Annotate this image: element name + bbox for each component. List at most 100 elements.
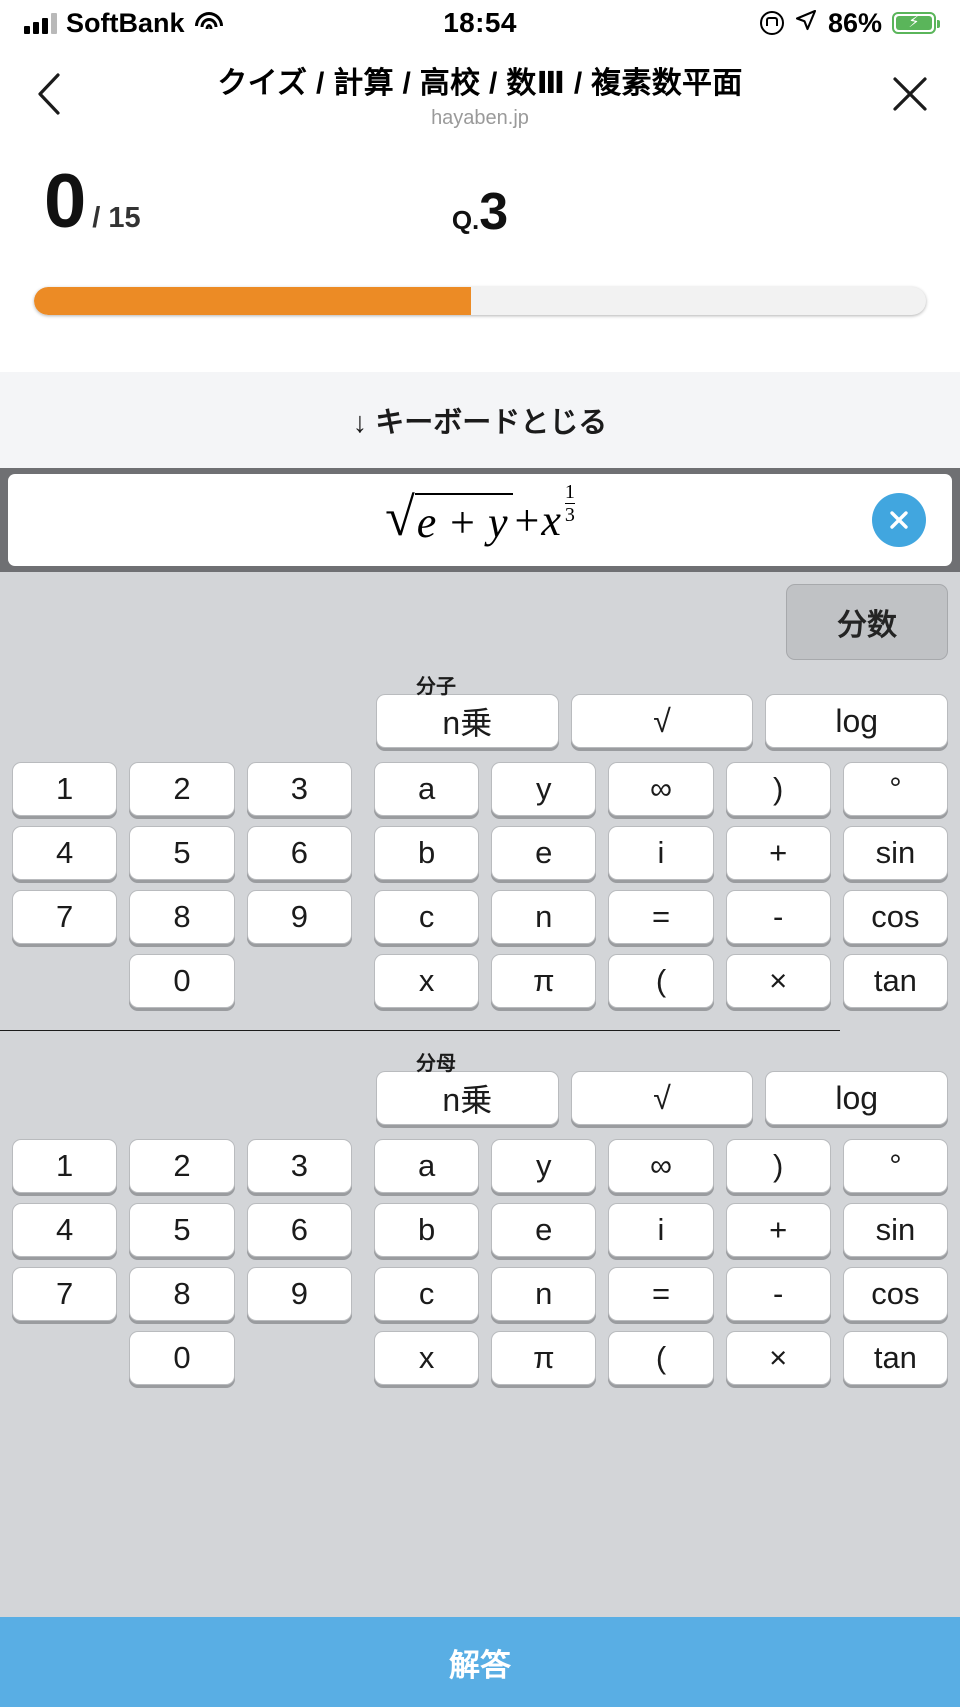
denominator-symkey-sin[interactable]: sin xyxy=(842,1203,948,1257)
progress-bar xyxy=(34,287,926,315)
denominator-symkey-°[interactable]: ° xyxy=(842,1139,948,1193)
keyboard-close-button[interactable]: ↓ キーボードとじる xyxy=(0,372,960,468)
battery-charging-icon: ⚡ xyxy=(892,12,940,34)
numerator-numkey-2[interactable]: 2 xyxy=(129,762,235,816)
formula-plus: + xyxy=(514,495,540,545)
numerator-symkey-=[interactable]: = xyxy=(608,890,714,944)
numerator-numkey-4[interactable]: 4 xyxy=(12,826,118,880)
denominator-symkey-x[interactable]: x xyxy=(374,1331,480,1385)
numerator-symkey-)[interactable]: ) xyxy=(725,762,831,816)
numerator-section: 分子 n乗 √ log 123 456 7890 a y ∞) ° b e i + sin c n = - cos… xyxy=(0,672,960,1008)
denominator-symkey-∞[interactable]: ∞ xyxy=(608,1139,714,1193)
numerator-fnkey-n乗[interactable]: n乗 xyxy=(376,694,559,748)
denominator-symkey-y[interactable]: y xyxy=(491,1139,597,1193)
denominator-numkey-7[interactable]: 7 xyxy=(12,1267,118,1321)
denominator-symkey-×[interactable]: × xyxy=(725,1331,831,1385)
denominator-fnkey-log[interactable]: log xyxy=(765,1071,949,1125)
numerator-fnkey-log[interactable]: log xyxy=(765,694,949,748)
denominator-symkey-a[interactable]: a xyxy=(374,1139,480,1193)
numerator-numkey-6[interactable]: 6 xyxy=(246,826,352,880)
formula-display: √ e + y + x 1 3 xyxy=(385,482,575,548)
numerator-symkey-a[interactable]: a xyxy=(374,762,480,816)
numerator-numkey-5[interactable]: 5 xyxy=(129,826,235,880)
numerator-label: 分子 xyxy=(416,676,456,698)
denominator-symkey-cos[interactable]: cos xyxy=(842,1267,948,1321)
numerator-fnkey-√[interactable]: √ xyxy=(570,694,754,748)
numerator-numkey-blank xyxy=(12,954,117,1008)
denominator-symkey-([interactable]: ( xyxy=(608,1331,714,1385)
denominator-numkey-6[interactable]: 6 xyxy=(246,1203,352,1257)
numerator-symkey-tan[interactable]: tan xyxy=(842,954,948,1008)
denominator-symkey-n[interactable]: n xyxy=(491,1267,597,1321)
denominator-symkey-+[interactable]: + xyxy=(725,1203,831,1257)
clear-circle-x-icon xyxy=(890,511,908,529)
formula-input[interactable]: √ e + y + x 1 3 xyxy=(8,474,952,566)
denominator-numkey-8[interactable]: 8 xyxy=(129,1267,235,1321)
numerator-symkey-∞[interactable]: ∞ xyxy=(608,762,714,816)
denominator-numkey-9[interactable]: 9 xyxy=(246,1267,352,1321)
denominator-section: 分母 n乗 √ log 123 456 7890 a y ∞) ° b e i + sin c n = - cos… xyxy=(0,1049,960,1385)
denominator-numkey-1[interactable]: 1 xyxy=(12,1139,118,1193)
denominator-function-row: n乗 √ log xyxy=(0,1049,960,1125)
denominator-numkey-4[interactable]: 4 xyxy=(12,1203,118,1257)
denominator-symkey-π[interactable]: π xyxy=(491,1331,597,1385)
numerator-numkey-7[interactable]: 7 xyxy=(12,890,118,944)
numerator-symkey-([interactable]: ( xyxy=(608,954,714,1008)
denominator-symkey-c[interactable]: c xyxy=(374,1267,480,1321)
question-number-display: Q. 3 xyxy=(0,186,960,238)
denominator-numkey-blank xyxy=(12,1331,117,1385)
formula-exponent-fraction: 1 3 xyxy=(564,482,575,526)
numerator-symkey-b[interactable]: b xyxy=(374,826,480,880)
progress-bar-fill xyxy=(34,287,472,315)
question-number-value: 3 xyxy=(479,183,509,241)
rotation-lock-icon xyxy=(759,11,784,35)
back-button[interactable] xyxy=(26,70,74,118)
denominator-symkey-tan[interactable]: tan xyxy=(842,1331,948,1385)
denominator-symkey-e[interactable]: e xyxy=(491,1203,597,1257)
denominator-symkey--[interactable]: - xyxy=(725,1267,831,1321)
numerator-symkey-x[interactable]: x xyxy=(374,954,480,1008)
denominator-number-pad: 123 456 7890 xyxy=(12,1139,352,1385)
numerator-numkey-0[interactable]: 0 xyxy=(129,954,235,1008)
numerator-symkey-cos[interactable]: cos xyxy=(842,890,948,944)
denominator-numkey-3[interactable]: 3 xyxy=(246,1139,352,1193)
numerator-symkey-°[interactable]: ° xyxy=(842,762,948,816)
denominator-numkey-2[interactable]: 2 xyxy=(129,1139,235,1193)
denominator-symkey-=[interactable]: = xyxy=(608,1267,714,1321)
numerator-symkey-π[interactable]: π xyxy=(491,954,597,1008)
denominator-symkey-)[interactable]: ) xyxy=(725,1139,831,1193)
fraction-mode-button[interactable]: 分数 xyxy=(786,584,948,660)
close-button[interactable] xyxy=(886,70,934,118)
denominator-numkey-blank xyxy=(247,1331,352,1385)
numerator-keygrid: 123 456 7890 a y ∞) ° b e i + sin c n = - cos x π(× tan xyxy=(0,748,960,1008)
page-title: クイズ / 計算 / 高校 / 数Ⅲ / 複素数平面 xyxy=(217,67,743,100)
section-divider xyxy=(0,1030,840,1031)
status-bar: SoftBank 18:54 86% ⚡ xyxy=(0,0,960,46)
numerator-symkey-c[interactable]: c xyxy=(374,890,480,944)
denominator-numkey-5[interactable]: 5 xyxy=(129,1203,235,1257)
numerator-symkey-e[interactable]: e xyxy=(491,826,597,880)
chevron-left-icon xyxy=(38,73,60,115)
numerator-numkey-8[interactable]: 8 xyxy=(129,890,235,944)
denominator-numkey-0[interactable]: 0 xyxy=(129,1331,235,1385)
numerator-numkey-1[interactable]: 1 xyxy=(12,762,118,816)
numerator-numkey-3[interactable]: 3 xyxy=(246,762,352,816)
denominator-symkey-i[interactable]: i xyxy=(608,1203,714,1257)
submit-answer-button[interactable]: 解答 xyxy=(0,1617,960,1707)
numerator-symkey-y[interactable]: y xyxy=(491,762,597,816)
numerator-number-pad: 123 456 7890 xyxy=(12,762,352,1008)
numerator-symkey-i[interactable]: i xyxy=(608,826,714,880)
denominator-fnkey-√[interactable]: √ xyxy=(570,1071,754,1125)
keypad-mode-row: 分数 xyxy=(0,572,960,672)
numerator-symkey-n[interactable]: n xyxy=(491,890,597,944)
numerator-numkey-9[interactable]: 9 xyxy=(246,890,352,944)
clear-input-button[interactable] xyxy=(872,493,926,547)
numerator-symkey-×[interactable]: × xyxy=(725,954,831,1008)
numerator-symkey-sin[interactable]: sin xyxy=(842,826,948,880)
denominator-symkey-b[interactable]: b xyxy=(374,1203,480,1257)
denominator-fnkey-n乗[interactable]: n乗 xyxy=(376,1071,559,1125)
sqrt-sign-icon: √ xyxy=(385,486,415,547)
denominator-keygrid: 123 456 7890 a y ∞) ° b e i + sin c n = - cos x π(× tan xyxy=(0,1125,960,1385)
numerator-symkey--[interactable]: - xyxy=(725,890,831,944)
numerator-symkey-+[interactable]: + xyxy=(725,826,831,880)
